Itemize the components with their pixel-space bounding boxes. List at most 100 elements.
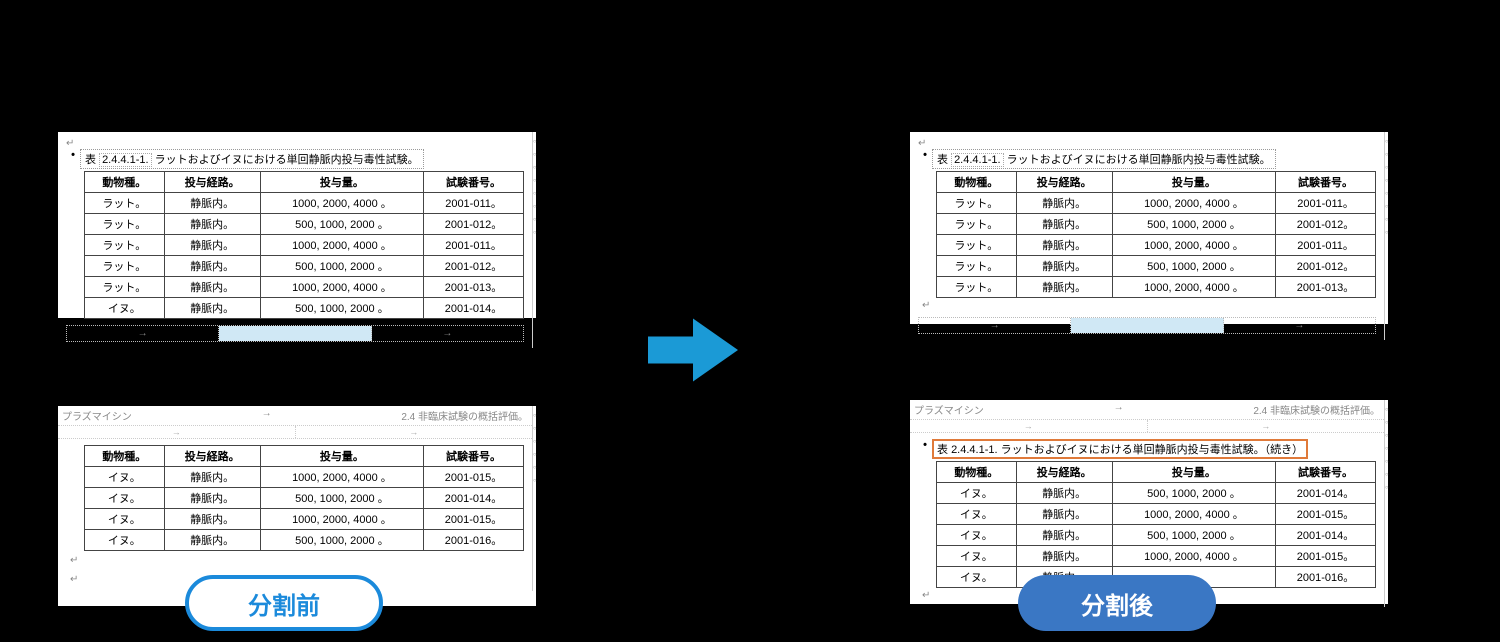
- cell: 静脈内。: [1016, 483, 1112, 504]
- caption-prefix: 表: [937, 154, 951, 166]
- cell: 静脈内。: [164, 467, 260, 488]
- cell: 1000, 2000, 4000 。: [1112, 504, 1275, 525]
- running-header: プラズマイシン → 2.4 非臨床試験の概括評価。: [58, 406, 532, 426]
- cell: 500, 1000, 2000 。: [260, 214, 423, 235]
- cell: ラット。: [937, 277, 1017, 298]
- col-header: 投与経路。: [164, 172, 260, 193]
- cell: イヌ。: [937, 546, 1017, 567]
- cell: イヌ。: [85, 530, 165, 551]
- page-footer: → →: [66, 325, 524, 342]
- cell: 2001-015。: [424, 509, 524, 530]
- header-left: プラズマイシン: [62, 408, 132, 423]
- header-sub: → →: [58, 426, 532, 439]
- margin-marks: 。。。。。。: [532, 406, 546, 591]
- data-table: 動物種。 投与経路。 投与量。 試験番号。 イヌ。静脈内。1000, 2000,…: [84, 445, 524, 551]
- para-mark: ↵: [922, 300, 1376, 311]
- cell: イヌ。: [85, 467, 165, 488]
- cell: 静脈内。: [164, 214, 260, 235]
- cell: 静脈内。: [1016, 525, 1112, 546]
- cell: 2001-013。: [424, 277, 524, 298]
- table-row: イヌ。静脈内。1000, 2000, 4000 。2001-015。: [937, 546, 1376, 567]
- cell: イヌ。: [937, 504, 1017, 525]
- cell: 2001-015。: [424, 467, 524, 488]
- doc-page-right-bottom: プラズマイシン → 2.4 非臨床試験の概括評価。 → → • 表 2.4.4.…: [910, 400, 1388, 604]
- table-row: ラット。静脈内。1000, 2000, 4000 。2001-011。: [85, 235, 524, 256]
- caption-number: 2.4.4.1-1.: [951, 444, 997, 456]
- col-header: 動物種。: [937, 462, 1017, 483]
- cell: 1000, 2000, 4000 。: [1112, 193, 1275, 214]
- cell: 1000, 2000, 4000 。: [260, 509, 423, 530]
- table-row: イヌ。静脈内。500, 1000, 2000 。2001-016。: [85, 530, 524, 551]
- cell: 500, 1000, 2000 。: [260, 256, 423, 277]
- table-header-row: 動物種。 投与経路。 投与量。 試験番号。: [937, 462, 1376, 483]
- header-sub-cell: →: [1148, 420, 1385, 432]
- header-sub-cell: →: [58, 426, 296, 438]
- table-row: ラット。静脈内。500, 1000, 2000 。2001-012。: [937, 256, 1376, 277]
- footer-seg-page: [1071, 318, 1223, 333]
- cell: 静脈内。: [1016, 504, 1112, 525]
- col-header: 試験番号。: [424, 446, 524, 467]
- cell: 500, 1000, 2000 。: [260, 488, 423, 509]
- cell: イヌ。: [937, 483, 1017, 504]
- table-row: ラット。静脈内。500, 1000, 2000 。2001-012。: [85, 214, 524, 235]
- table-caption: 表 2.4.4.1-1. ラットおよびイヌにおける単回静脈内投与毒性試験。: [80, 149, 424, 169]
- cell: 2001-011。: [424, 193, 524, 214]
- table-header-row: 動物種。 投与経路。 投与量。 試験番号。: [937, 172, 1376, 193]
- table-header-row: 動物種。 投与経路。 投与量。 試験番号。: [85, 172, 524, 193]
- col-header: 投与量。: [260, 172, 423, 193]
- col-header: 動物種。: [937, 172, 1017, 193]
- cell: 2001-014。: [424, 298, 524, 319]
- cell: 静脈内。: [1016, 277, 1112, 298]
- cell: 静脈内。: [164, 509, 260, 530]
- table-row: イヌ。静脈内。500, 1000, 2000 。2001-014。: [85, 298, 524, 319]
- col-header: 動物種。: [85, 172, 165, 193]
- table-row: ラット。静脈内。1000, 2000, 4000 。2001-011。: [937, 193, 1376, 214]
- cell: 2001-011。: [1276, 193, 1376, 214]
- cell: ラット。: [937, 256, 1017, 277]
- cell: ラット。: [85, 277, 165, 298]
- doc-page-left-top: ↵ • 表 2.4.4.1-1. ラットおよびイヌにおける単回静脈内投与毒性試験…: [58, 132, 536, 318]
- header-arrow: →: [1114, 402, 1124, 417]
- cell: 2001-012。: [424, 256, 524, 277]
- cell: 500, 1000, 2000 。: [1112, 214, 1275, 235]
- footer-seg: →: [372, 326, 523, 341]
- cell: 静脈内。: [164, 298, 260, 319]
- cell: 500, 1000, 2000 。: [260, 298, 423, 319]
- header-right: 2.4 非臨床試験の概括評価。: [401, 408, 528, 423]
- cell: 静脈内。: [164, 235, 260, 256]
- header-sub-cell: →: [910, 420, 1148, 432]
- margin-marks: 。。。。。。。。: [532, 132, 546, 348]
- cell: 500, 1000, 2000 。: [1112, 483, 1275, 504]
- cell: 2001-016。: [424, 530, 524, 551]
- caption-text: ラットおよびイヌにおける単回静脈内投与毒性試験。: [155, 154, 419, 166]
- caption-prefix: 表: [85, 154, 99, 166]
- cell: イヌ。: [85, 488, 165, 509]
- cell: 静脈内。: [164, 277, 260, 298]
- doc-page-right-top: ↵ • 表 2.4.4.1-1. ラットおよびイヌにおける単回静脈内投与毒性試験…: [910, 132, 1388, 324]
- cell: ラット。: [937, 193, 1017, 214]
- margin-marks: 。。。。。。。。: [1384, 132, 1398, 340]
- col-header: 動物種。: [85, 446, 165, 467]
- caption-prefix: 表: [937, 444, 951, 456]
- cell: 静脈内。: [164, 488, 260, 509]
- cell: 静脈内。: [1016, 546, 1112, 567]
- data-table: 動物種。 投与経路。 投与量。 試験番号。 イヌ。静脈内。500, 1000, …: [936, 461, 1376, 588]
- caption-text: ラットおよびイヌにおける単回静脈内投与毒性試験。: [1007, 154, 1271, 166]
- table-caption: 表 2.4.4.1-1. ラットおよびイヌにおける単回静脈内投与毒性試験。: [932, 149, 1276, 169]
- cell: イヌ。: [937, 525, 1017, 546]
- footer-seg: →: [1224, 318, 1375, 333]
- cell: 2001-012。: [1276, 214, 1376, 235]
- cell: 500, 1000, 2000 。: [1112, 525, 1275, 546]
- cell: 500, 1000, 2000 。: [260, 530, 423, 551]
- footer-seg: →: [919, 318, 1071, 333]
- cell: 静脈内。: [164, 530, 260, 551]
- cell: ラット。: [85, 214, 165, 235]
- cell: イヌ。: [85, 298, 165, 319]
- header-sub: → →: [910, 420, 1384, 433]
- header-arrow: →: [262, 408, 272, 423]
- table-row: イヌ。静脈内。500, 1000, 2000 。2001-014。: [937, 483, 1376, 504]
- col-header: 投与量。: [1112, 462, 1275, 483]
- cell: 2001-014。: [1276, 483, 1376, 504]
- para-mark: ↵: [70, 555, 524, 566]
- table-header-row: 動物種。 投与経路。 投与量。 試験番号。: [85, 446, 524, 467]
